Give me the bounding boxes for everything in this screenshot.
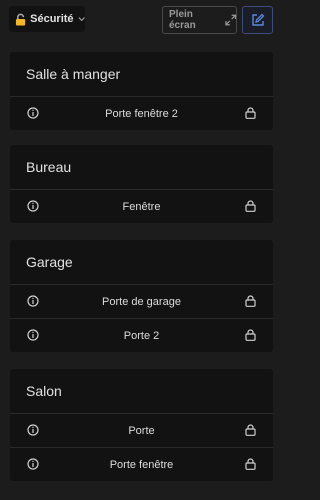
card-title: Salon (26, 383, 62, 399)
fullscreen-button[interactable]: Plein écran (162, 6, 237, 34)
room-card-bureau: Bureau Fenêtre (10, 145, 273, 223)
info-icon[interactable] (27, 458, 39, 470)
expand-icon (224, 14, 236, 26)
room-card-salle-a-manger: Salle à manger Porte fenêtre 2 (10, 52, 273, 130)
entity-name: Porte fenêtre 2 (105, 107, 178, 120)
entity-name: Porte de garage (102, 295, 181, 308)
entity-row[interactable]: Porte fenêtre (10, 447, 273, 481)
info-icon[interactable] (27, 295, 39, 307)
fullscreen-label: Plein écran (169, 9, 196, 31)
lock-icon[interactable] (245, 200, 256, 212)
entity-name: Porte 2 (123, 329, 160, 342)
entity-row[interactable]: Porte (10, 413, 273, 447)
entity-name: Fenêtre (122, 200, 161, 213)
room-card-salon: Salon Porte Porte fenêtre (10, 369, 273, 481)
lock-icon[interactable] (245, 424, 256, 436)
entity-name: Porte fenêtre (109, 458, 174, 471)
entity-row[interactable]: Porte 2 (10, 318, 273, 352)
info-icon[interactable] (27, 329, 39, 341)
room-card-garage: Garage Porte de garage Porte 2 (10, 240, 273, 352)
chevron-down-icon (78, 17, 85, 22)
edit-icon (251, 13, 264, 26)
info-icon[interactable] (27, 107, 39, 119)
entity-name: Porte (128, 424, 155, 437)
edit-button[interactable] (242, 6, 273, 34)
entity-row[interactable]: Porte de garage (10, 284, 273, 318)
lock-icon[interactable] (245, 295, 256, 307)
entity-row[interactable]: Porte fenêtre 2 (10, 96, 273, 130)
entity-row[interactable]: Fenêtre (10, 189, 273, 223)
lock-icon[interactable] (245, 329, 256, 341)
top-toolbar: Sécurité Plein écran (0, 0, 282, 52)
info-icon[interactable] (27, 424, 39, 436)
padlock-emoji-icon (15, 13, 26, 26)
card-title: Bureau (26, 159, 72, 175)
view-selector-button[interactable]: Sécurité (9, 6, 85, 32)
info-icon[interactable] (27, 200, 39, 212)
lock-icon[interactable] (245, 107, 256, 119)
card-title: Salle à manger (26, 66, 121, 82)
view-selector-label: Sécurité (30, 13, 74, 25)
card-title: Garage (26, 254, 73, 270)
lock-icon[interactable] (245, 458, 256, 470)
